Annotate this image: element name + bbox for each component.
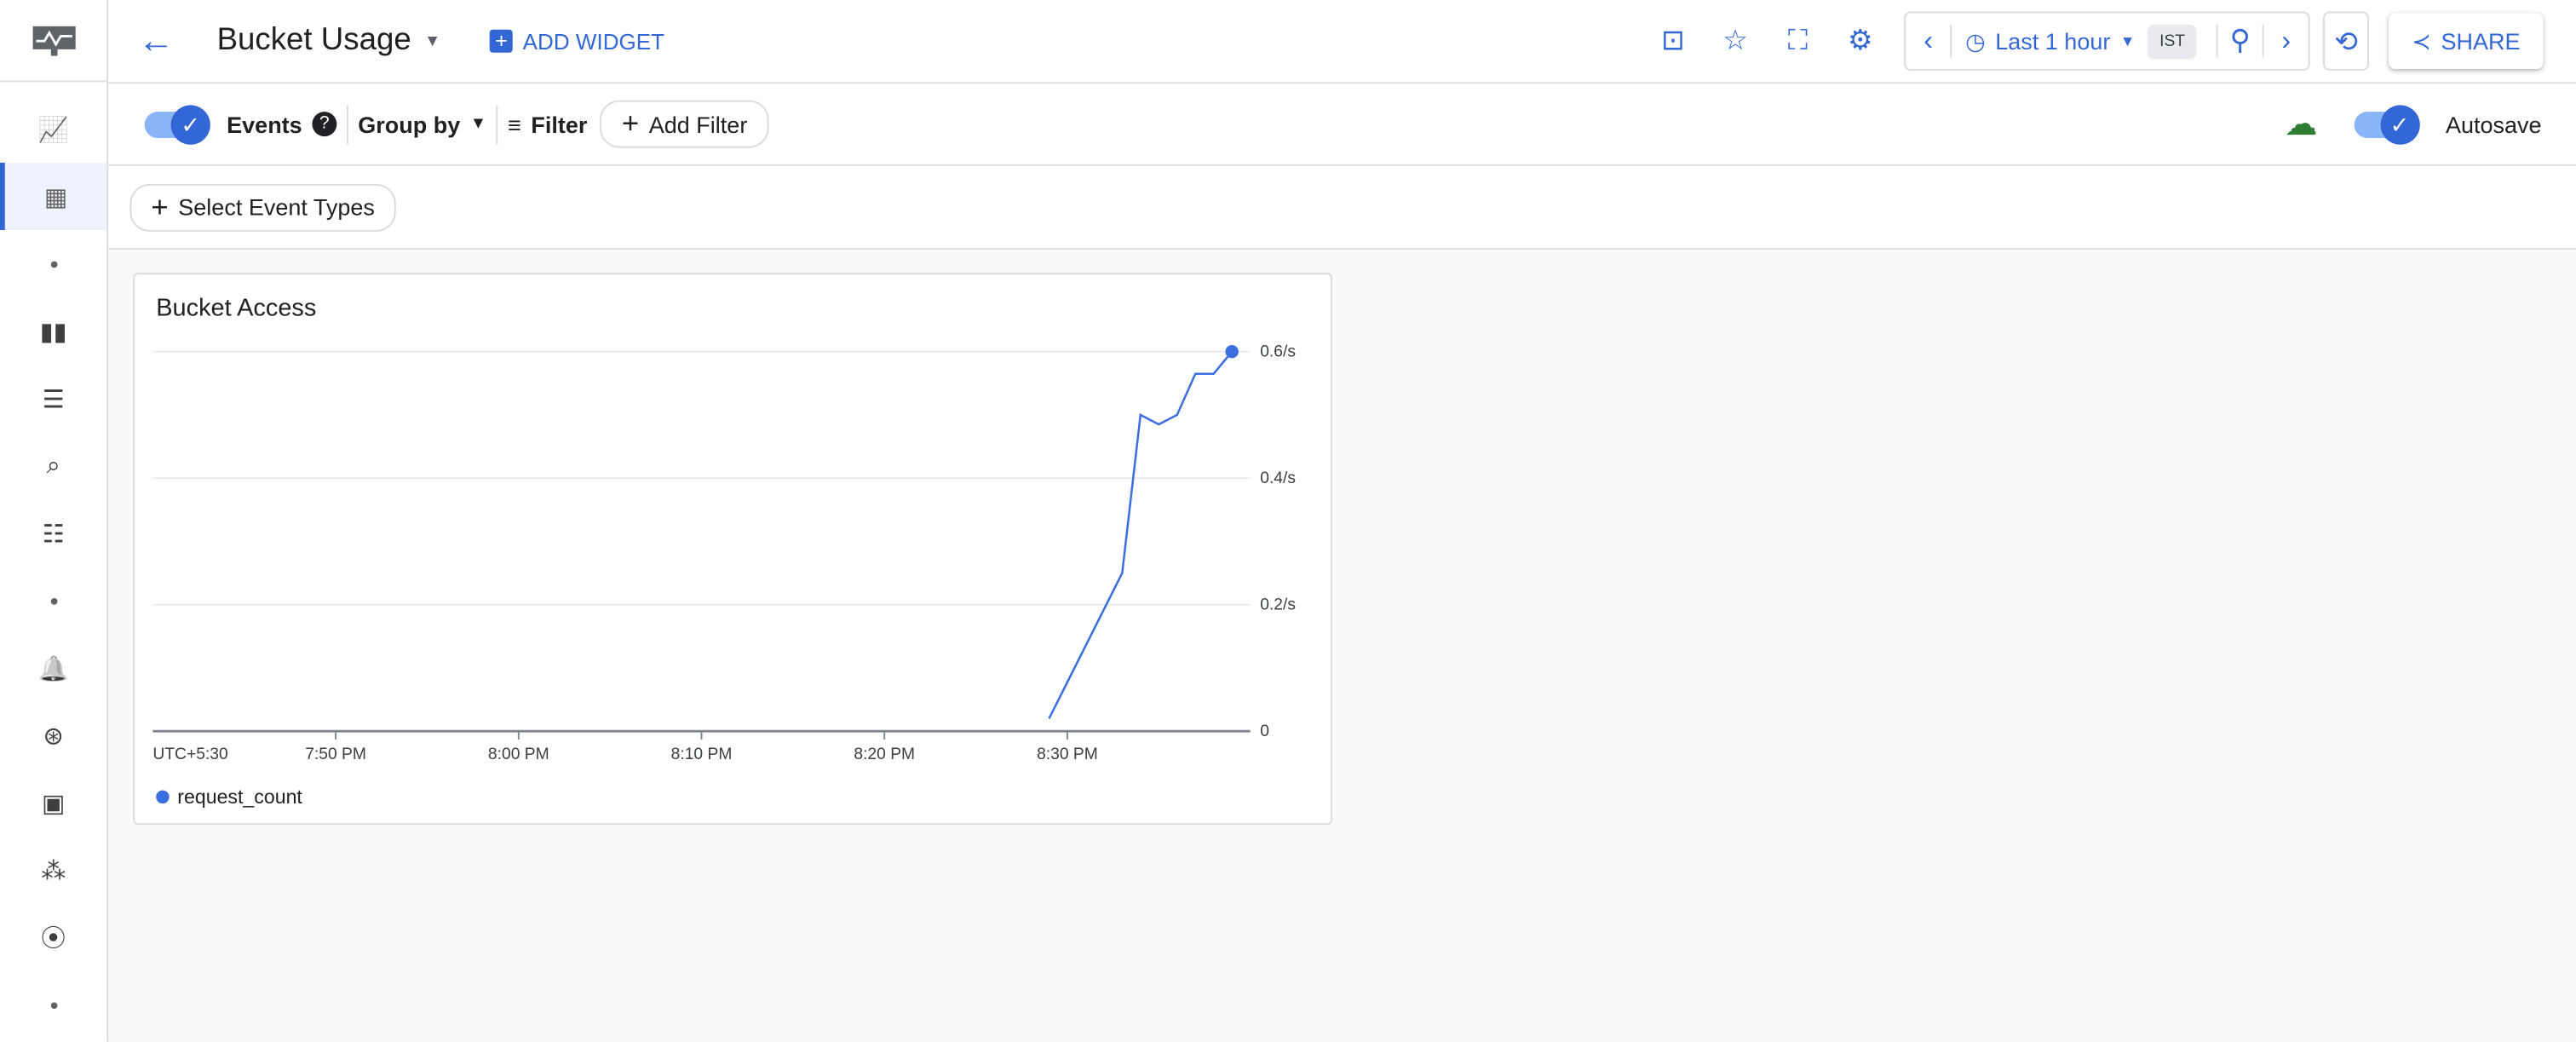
clock-icon: ◷ xyxy=(1965,26,1986,54)
add-box-icon: + xyxy=(490,29,514,53)
sidebar-item-dashboards[interactable]: ▦ xyxy=(0,162,107,231)
monitor-icon: ▣ xyxy=(41,789,66,818)
autosave-toggle[interactable]: ✓ xyxy=(2353,104,2420,144)
metrics-explorer-icon: 📈 xyxy=(37,115,69,144)
groups-icon: ⦿ xyxy=(41,924,66,953)
back-arrow-icon[interactable]: ← xyxy=(138,20,174,62)
y-tick-label: 0 xyxy=(1260,722,1269,740)
gear-icon[interactable]: ⚙ xyxy=(1829,25,1891,58)
logs-icon: ☰ xyxy=(42,385,65,414)
legend-label: request_count xyxy=(177,786,302,808)
sidebar-item-metrics-explorer[interactable]: 📈 xyxy=(0,95,106,163)
trace-icon: ☷ xyxy=(42,520,65,549)
event-types-bar: + Select Event Types xyxy=(108,165,2576,250)
sidebar-item-groups[interactable]: ⦿ xyxy=(0,904,106,971)
filter-bar: ✓ Events ? Group by ▼ ≡ Filter + Add Filter… xyxy=(108,83,2576,166)
time-range-group: ‹ ◷ Last 1 hour ▼ IST ⚲ › xyxy=(1904,11,2310,71)
sidebar-separator-dot xyxy=(0,971,106,1039)
group-by-dropdown[interactable]: Group by ▼ xyxy=(358,111,486,137)
sidebar: 📈 ▦ ▮▮ ☰ ⌕ ☷ 🔔 ⊛ ▣ ⁂ ⦿ xyxy=(0,0,109,1042)
fullscreen-icon[interactable]: ⛶ xyxy=(1767,25,1829,58)
dropdown-icon: ▼ xyxy=(2119,32,2136,49)
sidebar-item-logs[interactable]: ☰ xyxy=(0,365,106,432)
select-event-types-button[interactable]: + Select Event Types xyxy=(129,183,397,231)
star-icon[interactable]: ☆ xyxy=(1704,25,1766,58)
dot xyxy=(49,1001,57,1009)
add-filter-button[interactable]: + Add Filter xyxy=(600,100,769,148)
share-icon: ≺ xyxy=(2412,26,2431,54)
header: ← Bucket Usage ▼ + ADD WIDGET ⊡ ☆ ⛶ ⚙ ‹ ◷… xyxy=(108,0,2576,84)
page-title[interactable]: Bucket Usage xyxy=(217,23,411,59)
time-range-select[interactable]: ◷ Last 1 hour ▼ xyxy=(1952,27,2148,55)
check-icon: ✓ xyxy=(170,104,210,144)
x-tick-label: 8:00 PM xyxy=(488,746,549,763)
plus-icon: + xyxy=(151,189,169,223)
x-tick-label: 8:20 PM xyxy=(854,746,915,763)
timezone-badge[interactable]: IST xyxy=(2148,23,2197,59)
events-toggle[interactable]: ✓ xyxy=(144,104,210,144)
plus-icon: + xyxy=(621,107,640,140)
autosave-label: Autosave xyxy=(2445,111,2542,138)
monitoring-logo-icon[interactable] xyxy=(0,0,107,83)
share-button[interactable]: ≺ SHARE xyxy=(2389,13,2543,69)
help-icon[interactable]: ? xyxy=(312,112,337,137)
uptime-icon: ⊛ xyxy=(43,722,64,751)
sidebar-separator-dot xyxy=(0,230,106,297)
dot xyxy=(49,260,57,268)
x-tick-label: 8:30 PM xyxy=(1037,746,1098,763)
alerting-bell-icon: 🔔 xyxy=(37,654,69,683)
sidebar-item-monitor[interactable]: ▣ xyxy=(0,769,106,837)
chevron-right-icon[interactable]: › xyxy=(2262,24,2309,58)
sidebar-item-bar-chart[interactable]: ▮▮ xyxy=(0,297,106,365)
dashboards-icon: ▦ xyxy=(43,183,68,211)
add-widget-button[interactable]: + ADD WIDGET xyxy=(490,29,664,54)
legend-dot xyxy=(156,790,170,804)
line-chart: 0 0.2/s 0.4/s 0.6/s UTC+5:30 7:50 PM 8:00 PM 8:… xyxy=(152,343,1296,808)
events-label: Events xyxy=(227,111,302,138)
chevron-left-icon[interactable]: ‹ xyxy=(1906,24,1952,58)
filter-icon: ≡ xyxy=(508,111,521,138)
data-point xyxy=(1225,345,1239,359)
feedback-icon[interactable]: ⊡ xyxy=(1642,25,1704,58)
x-tick-label: 8:10 PM xyxy=(671,746,733,763)
y-tick-label: 0.2/s xyxy=(1260,596,1296,614)
services-icon: ⁂ xyxy=(41,856,66,885)
sidebar-item-uptime[interactable]: ⊛ xyxy=(0,702,106,769)
chart-widget[interactable]: Bucket Access 0 0.2/s 0.4/s 0.6/s UTC+5:30 7:… xyxy=(133,273,1333,826)
y-tick-label: 0.4/s xyxy=(1260,469,1296,487)
zoom-out-icon[interactable]: ⚲ xyxy=(2216,24,2263,58)
log-search-icon: ⌕ xyxy=(46,452,60,481)
sidebar-item-services[interactable]: ⁂ xyxy=(0,837,106,904)
sidebar-separator-dot xyxy=(0,567,106,634)
x-tick-label: UTC+5:30 xyxy=(152,746,227,763)
cloud-saved-icon: ☁ xyxy=(2284,107,2318,143)
sidebar-item-log-search[interactable]: ⌕ xyxy=(0,432,106,499)
dropdown-icon: ▼ xyxy=(469,115,486,134)
dot xyxy=(49,597,57,604)
title-dropdown-icon[interactable]: ▼ xyxy=(424,32,440,50)
filter-button[interactable]: ≡ Filter xyxy=(508,111,587,137)
check-icon: ✓ xyxy=(2379,104,2420,144)
series-line-request_count xyxy=(1048,350,1233,719)
y-tick-label: 0.6/s xyxy=(1260,343,1296,361)
sync-off-icon[interactable]: ⟲ xyxy=(2323,11,2370,71)
x-tick-label: 7:50 PM xyxy=(305,746,366,763)
bar-chart-icon: ▮▮ xyxy=(39,318,67,346)
sidebar-item-alerting-bell[interactable]: 🔔 xyxy=(0,634,106,701)
sidebar-item-trace[interactable]: ☷ xyxy=(0,499,106,567)
